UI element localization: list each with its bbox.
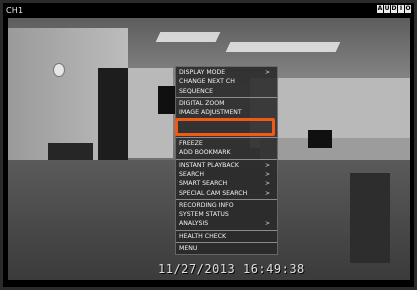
indicator-icon: U <box>384 5 390 13</box>
menu-item-image-adjustment[interactable]: IMAGE ADJUSTMENT <box>176 108 277 117</box>
menu-item-sequence[interactable]: SEQUENCE <box>176 87 277 96</box>
scene-monitor <box>308 130 332 148</box>
menu-item-display-mode[interactable]: DISPLAY MODE > <box>176 68 277 77</box>
menu-item-health-check[interactable]: HEALTH CHECK <box>176 232 277 241</box>
menu-item-instant-playback[interactable]: INSTANT PLAYBACK > <box>176 161 277 170</box>
channel-label: CH1 <box>6 6 24 15</box>
menu-item-analysis[interactable]: ANALYSIS > <box>176 219 277 228</box>
indicator-icon: D <box>391 5 397 13</box>
dvr-screen: CH1 A U D I O 11/27/2013 16:49:38 DISPLA… <box>0 0 417 290</box>
context-menu: DISPLAY MODE > CHANGE NEXT CH SEQUENCE DI… <box>175 66 278 256</box>
menu-separator <box>176 198 277 200</box>
chevron-right-icon: > <box>264 69 270 76</box>
chevron-right-icon: > <box>264 161 270 169</box>
menu-separator <box>176 137 277 139</box>
indicator-icon: A <box>377 5 383 13</box>
selection-highlight-box <box>175 118 275 136</box>
chevron-right-icon: > <box>264 220 270 228</box>
indicator-icon: I <box>398 5 404 13</box>
menu-item-freeze[interactable]: FREEZE <box>176 139 277 148</box>
menu-item-digital-zoom[interactable]: DIGITAL ZOOM <box>176 99 277 108</box>
menu-separator <box>176 158 277 160</box>
chevron-right-icon: > <box>264 189 270 197</box>
menu-item-special-cam-search[interactable]: SPECIAL CAM SEARCH > <box>176 189 277 198</box>
menu-separator <box>176 242 277 244</box>
indicator-icon: O <box>405 5 411 13</box>
ceiling-light <box>225 42 341 52</box>
menu-item-recording-info[interactable]: RECORDING INFO <box>176 201 277 210</box>
timestamp: 11/27/2013 16:49:38 <box>158 262 305 276</box>
menu-item-menu[interactable]: MENU <box>176 244 277 253</box>
scene-shelf <box>158 86 176 114</box>
chevron-right-icon: > <box>264 170 270 178</box>
menu-item-search[interactable]: SEARCH > <box>176 170 277 179</box>
menu-item-add-bookmark[interactable]: ADD BOOKMARK <box>176 148 277 157</box>
menu-separator <box>176 96 277 98</box>
ceiling-light <box>155 32 221 42</box>
chevron-right-icon: > <box>264 180 270 188</box>
menu-item-change-next-ch[interactable]: CHANGE NEXT CH <box>176 77 277 86</box>
scene-shelf-right <box>350 173 390 263</box>
menu-separator <box>176 229 277 231</box>
menu-item-smart-search[interactable]: SMART SEARCH > <box>176 179 277 188</box>
status-indicators: A U D I O <box>377 5 411 13</box>
menu-item-system-status[interactable]: SYSTEM STATUS <box>176 210 277 219</box>
wall-clock <box>53 63 65 77</box>
